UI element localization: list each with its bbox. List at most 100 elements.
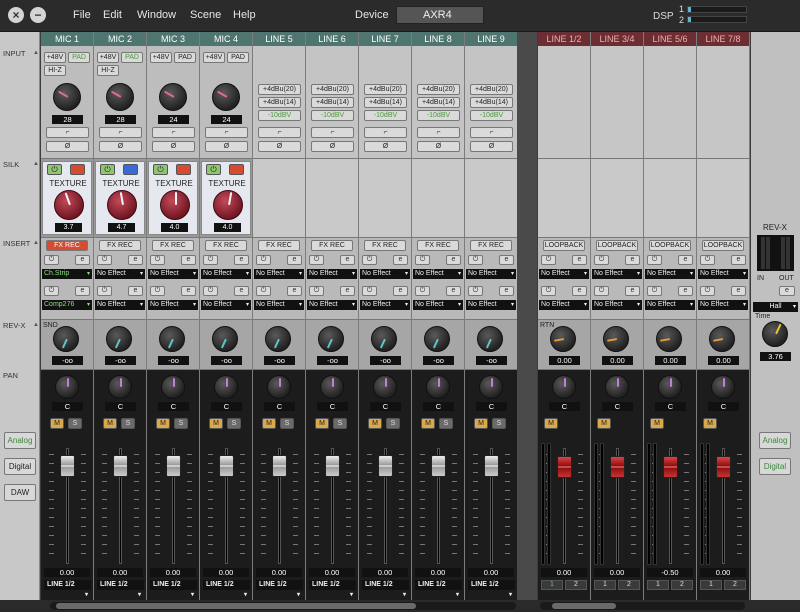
line-8-hpf-button[interactable]: ⌐ (417, 127, 460, 138)
stereo-4-insert2-edit-icon[interactable]: e (731, 286, 746, 296)
line-9-level-14-button[interactable]: +4dBu(14) (470, 97, 513, 108)
mic-1-solo-button[interactable]: S (68, 418, 82, 429)
stereo-2-phones-2-button[interactable]: 2 (618, 580, 640, 590)
mic-1-fx-rec-button[interactable]: FX REC (46, 240, 88, 251)
mic-2-phantom-button[interactable]: +48V (97, 52, 119, 63)
stereo-3-pan-knob[interactable] (658, 375, 682, 399)
mic-3-insert1-power-icon[interactable]: ⏻ (150, 255, 165, 265)
stereo-3-insert1-select[interactable]: No Effect ▾ (645, 269, 695, 279)
mic-1-gain-knob[interactable] (53, 83, 81, 111)
line-8-revx-send-knob[interactable] (424, 326, 450, 352)
stereo-3-fader[interactable] (663, 456, 678, 478)
mic-1-output-select[interactable]: LINE 1/2 ▾ (44, 580, 91, 598)
mic-1-insert2-edit-icon[interactable]: e (75, 286, 90, 296)
digital-button[interactable]: Digital (4, 458, 36, 475)
mic-1-phantom-button[interactable]: +48V (44, 52, 66, 63)
line-9-insert2-edit-icon[interactable]: e (499, 286, 514, 296)
stereo-1-phones-1-button[interactable]: 1 (541, 580, 563, 590)
line-5-insert1-power-icon[interactable]: ⏻ (256, 255, 271, 265)
line-6-insert1-select[interactable]: No Effect ▾ (307, 269, 357, 279)
mic-2-phase-button[interactable]: Ø (99, 141, 142, 152)
line-6-level-10dbv-button[interactable]: -10dBV (311, 110, 354, 121)
stereo-2-mute-button[interactable]: M (597, 418, 611, 429)
stereo-4-phones-2-button[interactable]: 2 (724, 580, 746, 590)
stereo-2-insert1-edit-icon[interactable]: e (625, 255, 640, 265)
line-5-fx-rec-button[interactable]: FX REC (258, 240, 300, 251)
revx-time-knob[interactable] (762, 321, 788, 347)
menu-edit[interactable]: Edit (103, 9, 122, 21)
line-9-level-10dbv-button[interactable]: -10dBV (470, 110, 513, 121)
line-6-insert1-power-icon[interactable]: ⏻ (309, 255, 324, 265)
line-7-fx-rec-button[interactable]: FX REC (364, 240, 406, 251)
line-7-pan-knob[interactable] (373, 375, 397, 399)
mic-4-solo-button[interactable]: S (227, 418, 241, 429)
stereo-1-fader[interactable] (557, 456, 572, 478)
line-8-solo-button[interactable]: S (439, 418, 453, 429)
mic-2-insert2-power-icon[interactable]: ⏻ (97, 286, 112, 296)
mic-2-revx-send-knob[interactable] (106, 326, 132, 352)
line-9-level-20-button[interactable]: +4dBu(20) (470, 84, 513, 95)
minimize-icon[interactable]: − (30, 7, 46, 23)
revx-edit-icon[interactable]: e (779, 286, 795, 296)
line-7-insert1-power-icon[interactable]: ⏻ (362, 255, 377, 265)
mic-2-mute-button[interactable]: M (103, 418, 117, 429)
stereo-4-insert2-power-icon[interactable]: ⏻ (700, 286, 715, 296)
mic-3-silk-texture-knob[interactable] (160, 190, 190, 220)
mic-4-silk-power-icon[interactable]: ⏻ (206, 164, 221, 175)
stereo-3-phones-1-button[interactable]: 1 (647, 580, 669, 590)
line-9-solo-button[interactable]: S (492, 418, 506, 429)
collapse-silk-icon[interactable]: ▲ (33, 161, 39, 167)
line-7-level-10dbv-button[interactable]: -10dBV (364, 110, 407, 121)
line-9-phase-button[interactable]: Ø (470, 141, 513, 152)
mic-1-pad-button[interactable]: PAD (68, 52, 90, 63)
analog-button[interactable]: Analog (4, 432, 36, 449)
line-6-fader[interactable] (325, 455, 340, 477)
mic-1-insert1-select[interactable]: Ch.Strip ▾ (42, 269, 92, 279)
mic-4-hpf-button[interactable]: ⌐ (205, 127, 248, 138)
mic-4-pad-button[interactable]: PAD (227, 52, 249, 63)
mic-1-phase-button[interactable]: Ø (46, 141, 89, 152)
line-9-hpf-button[interactable]: ⌐ (470, 127, 513, 138)
line-9-insert2-power-icon[interactable]: ⏻ (468, 286, 483, 296)
line-8-level-20-button[interactable]: +4dBu(20) (417, 84, 460, 95)
stereo-4-revx-return-knob[interactable] (709, 326, 735, 352)
line-6-phase-button[interactable]: Ø (311, 141, 354, 152)
stereo-2-insert1-power-icon[interactable]: ⏻ (594, 255, 609, 265)
mic-1-insert1-edit-icon[interactable]: e (75, 255, 90, 265)
stereo-1-insert2-edit-icon[interactable]: e (572, 286, 587, 296)
line-6-mute-button[interactable]: M (315, 418, 329, 429)
line-7-insert2-power-icon[interactable]: ⏻ (362, 286, 377, 296)
mic-3-revx-send-knob[interactable] (159, 326, 185, 352)
stereo-2-phones-1-button[interactable]: 1 (594, 580, 616, 590)
mic-2-fader[interactable] (113, 455, 128, 477)
mic-2-fx-rec-button[interactable]: FX REC (99, 240, 141, 251)
line-9-output-select[interactable]: LINE 1/2 ▾ (468, 580, 515, 598)
line-7-revx-send-knob[interactable] (371, 326, 397, 352)
mic-4-silk-texture-knob[interactable] (213, 190, 243, 220)
mic-2-gain-knob[interactable] (106, 83, 134, 111)
right-digital-button[interactable]: Digital (759, 458, 791, 475)
line-9-insert1-power-icon[interactable]: ⏻ (468, 255, 483, 265)
stereo-3-mute-button[interactable]: M (650, 418, 664, 429)
mic-4-phantom-button[interactable]: +48V (203, 52, 225, 63)
mic-4-phase-button[interactable]: Ø (205, 141, 248, 152)
stereo-1-insert1-edit-icon[interactable]: e (572, 255, 587, 265)
line-5-revx-send-knob[interactable] (265, 326, 291, 352)
line-6-output-select[interactable]: LINE 1/2 ▾ (309, 580, 356, 598)
menu-help[interactable]: Help (233, 9, 256, 21)
stereo-1-insert1-power-icon[interactable]: ⏻ (541, 255, 556, 265)
revx-type-select[interactable]: Hall ▾ (753, 302, 798, 312)
line-5-pan-knob[interactable] (267, 375, 291, 399)
mic-1-pan-knob[interactable] (55, 375, 79, 399)
mic-4-gain-knob[interactable] (212, 83, 240, 111)
mic-2-hpf-button[interactable]: ⌐ (99, 127, 142, 138)
stereo-2-fader[interactable] (610, 456, 625, 478)
mic-3-insert1-select[interactable]: No Effect ▾ (148, 269, 198, 279)
line-5-solo-button[interactable]: S (280, 418, 294, 429)
mic-3-pad-button[interactable]: PAD (174, 52, 196, 63)
stereo-2-insert2-power-icon[interactable]: ⏻ (594, 286, 609, 296)
mic-2-silk-texture-knob[interactable] (107, 190, 137, 220)
line-7-mute-button[interactable]: M (368, 418, 382, 429)
line-5-insert1-edit-icon[interactable]: e (287, 255, 302, 265)
stereo-1-pan-knob[interactable] (552, 375, 576, 399)
